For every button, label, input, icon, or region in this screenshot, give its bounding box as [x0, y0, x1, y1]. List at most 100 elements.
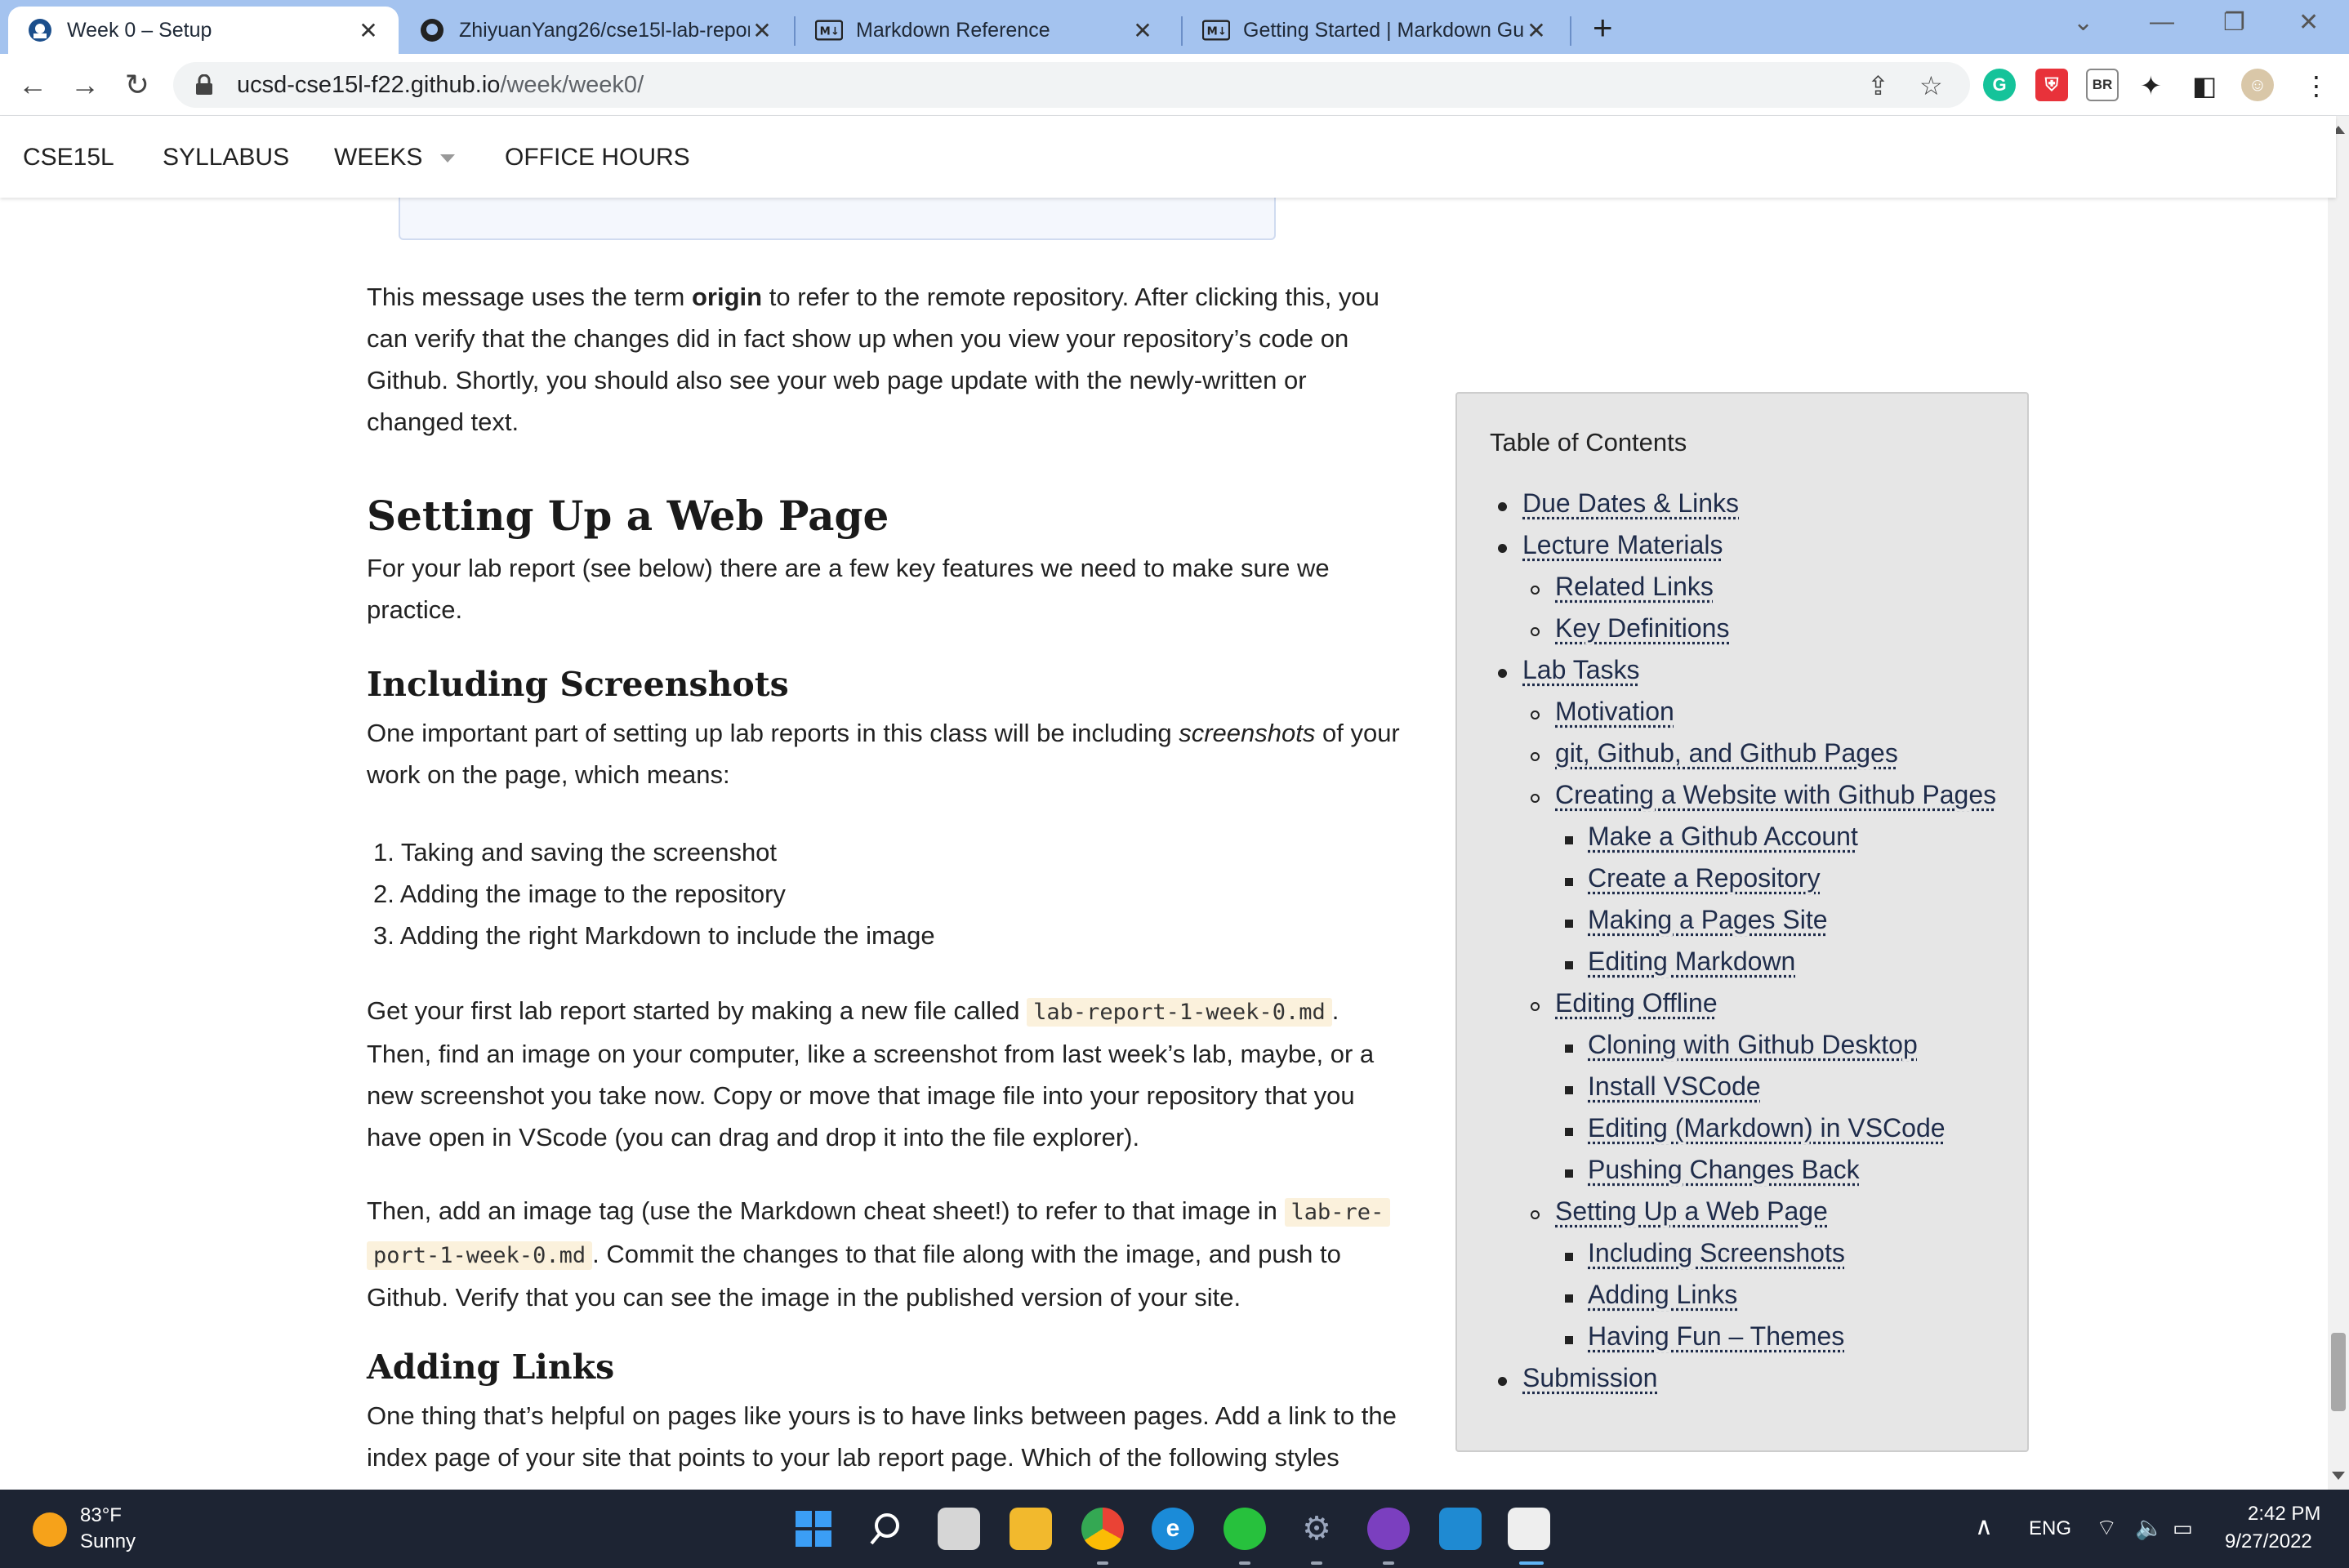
minimize-icon[interactable]: —	[2150, 8, 2174, 36]
scrollbar-thumb[interactable]	[2331, 1333, 2346, 1411]
clock-time[interactable]: 2:42 PM	[2248, 1503, 2320, 1526]
toc-link[interactable]: Editing Markdown	[1565, 947, 1795, 977]
list-item: 3. Adding the right Markdown to include …	[373, 921, 935, 950]
toc-link[interactable]: Creating a Website with Github Pages	[1531, 780, 1996, 810]
grammarly-extension-icon[interactable]: G	[1983, 69, 2016, 101]
tab-separator	[1570, 16, 1571, 46]
wechat-icon[interactable]	[1224, 1508, 1266, 1550]
toc-link[interactable]: Submission	[1498, 1363, 1657, 1393]
bullet-marker	[1565, 836, 1573, 844]
share-icon[interactable]: ⇪	[1867, 70, 1889, 101]
toc-link[interactable]: Editing (Markdown) in VSCode	[1565, 1113, 1946, 1143]
weather-description[interactable]: Sunny	[80, 1530, 136, 1553]
toc-link[interactable]: Due Dates & Links	[1498, 488, 1740, 519]
close-icon[interactable]: ✕	[356, 17, 381, 44]
toc-link[interactable]: Cloning with Github Desktop	[1565, 1030, 1918, 1060]
edge-icon[interactable]: e	[1152, 1508, 1194, 1550]
clock-date[interactable]: 9/27/2022	[2225, 1530, 2312, 1553]
nav-office-hours-link[interactable]: OFFICE HOURS	[505, 144, 690, 172]
avatar[interactable]: ☺	[2241, 69, 2274, 101]
tab-week0-setup[interactable]: Week 0 – Setup ✕	[8, 7, 399, 54]
battery-icon[interactable]: ▭	[2173, 1516, 2193, 1541]
vscode-icon[interactable]	[1439, 1508, 1482, 1550]
toc-link[interactable]: Setting Up a Web Page	[1531, 1196, 1828, 1227]
toc-link[interactable]: Create a Repository	[1565, 863, 1821, 893]
app-active-indicator	[1519, 1561, 1544, 1565]
side-panel-icon[interactable]: ◧	[2192, 70, 2217, 101]
search-icon[interactable]	[864, 1508, 907, 1550]
page-scrollbar[interactable]	[2328, 116, 2349, 1490]
toc-link[interactable]: Lecture Materials	[1498, 530, 1723, 560]
tab-markdown-reference[interactable]: M↓ Markdown Reference ✕	[797, 7, 1173, 54]
scroll-down-arrow-icon[interactable]	[2332, 1472, 2345, 1480]
toc-link[interactable]: Making a Pages Site	[1565, 905, 1828, 935]
wifi-icon[interactable]: ⌔	[2096, 1514, 2117, 1543]
toc-link[interactable]: Install VSCode	[1565, 1071, 1761, 1102]
menu-kebab-icon[interactable]: ⋮	[2303, 70, 2329, 101]
file-explorer-icon[interactable]	[1010, 1508, 1052, 1550]
show-hidden-icons-chevron-icon[interactable]: ∧	[1975, 1512, 1993, 1541]
list-item: 2. Adding the image to the repository	[373, 880, 786, 908]
tab-title: ZhiyuanYang26/cse15l-lab-repor	[459, 18, 750, 42]
task-view-icon[interactable]	[938, 1508, 980, 1550]
toc-link[interactable]: Pushing Changes Back	[1565, 1155, 1860, 1185]
close-icon[interactable]: ✕	[1130, 17, 1155, 44]
toc-link[interactable]: Related Links	[1531, 572, 1714, 602]
paragraph-image-tag: Then, add an image tag (use the Markdown…	[367, 1190, 1404, 1318]
settings-gear-icon[interactable]: ⚙	[1295, 1508, 1338, 1550]
nav-syllabus-link[interactable]: SYLLABUS	[163, 144, 289, 172]
toc-link[interactable]: Make a Github Account	[1565, 822, 1858, 852]
bullet-marker	[1565, 1336, 1573, 1344]
extensions-puzzle-icon[interactable]: ✦	[2140, 70, 2162, 101]
heading-including-screenshots: Including Screenshots	[367, 665, 789, 704]
close-window-icon[interactable]: ✕	[2298, 8, 2319, 37]
input-language[interactable]: ENG	[2029, 1517, 2071, 1540]
close-icon[interactable]: ✕	[1524, 17, 1549, 44]
bullet-marker	[1565, 1169, 1573, 1178]
restore-icon[interactable]: ❐	[2223, 8, 2245, 37]
toc-link[interactable]: Adding Links	[1565, 1280, 1737, 1310]
list-item: 1. Taking and saving the screenshot	[373, 838, 778, 866]
site-brand-link[interactable]: CSE15L	[23, 144, 114, 172]
forward-arrow-icon[interactable]: →	[67, 69, 103, 105]
bookmark-star-icon[interactable]: ☆	[1919, 70, 1943, 101]
windows-start-icon[interactable]	[792, 1508, 835, 1550]
text: One important part of setting up lab rep…	[367, 719, 1179, 747]
address-bar[interactable]: ucsd-cse15l-f22.github.io/week/week0/	[173, 62, 1970, 108]
toc-link[interactable]: git, Github, and Github Pages	[1531, 738, 1898, 768]
profile-badge-extension[interactable]: BR	[2086, 69, 2119, 101]
toc-link[interactable]: Motivation	[1531, 697, 1674, 727]
toc-link[interactable]: Including Screenshots	[1565, 1238, 1845, 1268]
weather-sun-icon[interactable]	[33, 1512, 67, 1547]
weather-temperature[interactable]: 83°F	[80, 1504, 122, 1527]
new-tab-plus-icon[interactable]: +	[1593, 10, 1613, 46]
reload-icon[interactable]: ↻	[119, 69, 155, 105]
text: Get your first lab report started by mak…	[367, 996, 1027, 1025]
tab-search-chevron-icon[interactable]: ⌄	[2073, 8, 2093, 37]
inline-code-filename-part1: lab-re-	[1284, 1198, 1391, 1227]
tab-markdown-guide[interactable]: M↓ Getting Started | Markdown Guid ✕	[1184, 7, 1567, 54]
bullet-marker	[1565, 878, 1573, 886]
close-icon[interactable]: ✕	[750, 17, 774, 44]
bullet-marker	[1565, 1128, 1573, 1136]
ublock-extension-icon[interactable]: ⛨	[2035, 69, 2068, 101]
toc-link-label: Due Dates & Links	[1522, 488, 1740, 518]
toc-link[interactable]: Editing Offline	[1531, 988, 1718, 1018]
toc-link[interactable]: Having Fun – Themes	[1565, 1321, 1844, 1352]
chrome-icon[interactable]	[1081, 1508, 1124, 1550]
nav-weeks-dropdown[interactable]: WEEKS	[334, 144, 456, 172]
toc-link[interactable]: Lab Tasks	[1498, 655, 1640, 685]
paragraph-links: One thing that’s helpful on pages like y…	[367, 1401, 1397, 1472]
page-viewport: This message uses the term origin to ref…	[0, 198, 2328, 1490]
toc-link[interactable]: Key Definitions	[1531, 613, 1729, 644]
snipping-tool-icon[interactable]	[1508, 1508, 1550, 1550]
volume-icon[interactable]: 🔈	[2135, 1514, 2164, 1541]
bullet-marker	[1565, 961, 1573, 969]
back-arrow-icon[interactable]: ←	[15, 69, 51, 105]
toc-link-label: Lab Tasks	[1522, 655, 1640, 684]
tab-github-repo[interactable]: ZhiyuanYang26/cse15l-lab-repor ✕	[400, 7, 792, 54]
toc-link-label: Including Screenshots	[1588, 1238, 1845, 1267]
github-desktop-icon[interactable]	[1367, 1508, 1410, 1550]
bullet-marker	[1531, 710, 1540, 719]
paragraph-new-file: Get your first lab report started by mak…	[367, 990, 1404, 1158]
